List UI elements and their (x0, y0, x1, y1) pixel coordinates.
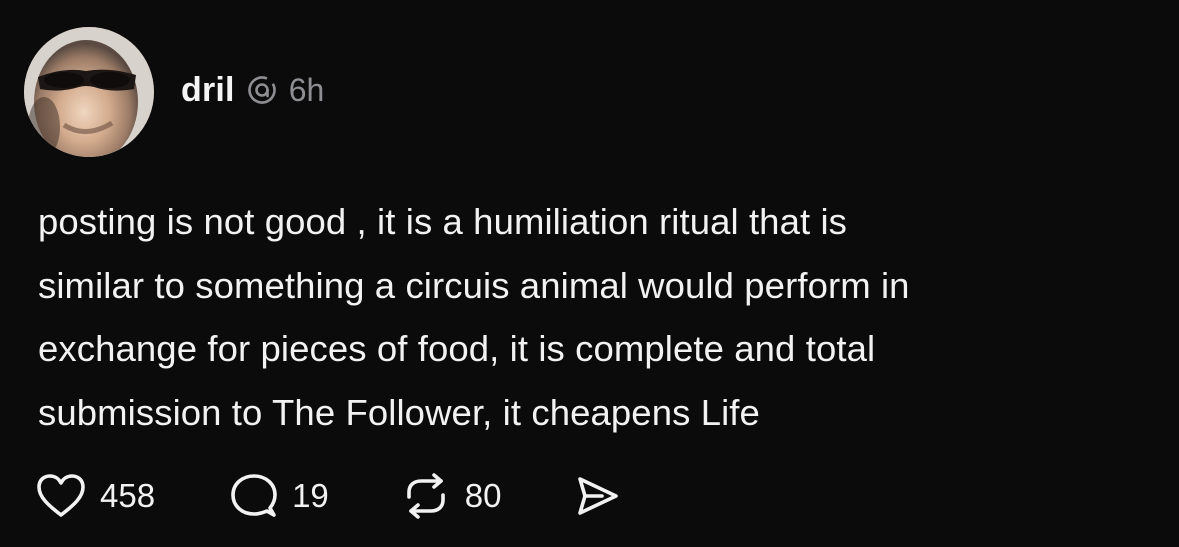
threads-icon (245, 73, 279, 107)
repost-button[interactable]: 80 (401, 473, 502, 519)
action-bar: 458 19 80 (36, 468, 622, 524)
username[interactable]: dril (181, 71, 235, 110)
send-icon (577, 477, 618, 515)
reply-count: 19 (292, 477, 329, 514)
avatar-image (24, 27, 154, 157)
like-count: 458 (100, 477, 156, 514)
post-card: dril 6h posting is not good , it is a hu… (0, 0, 1179, 547)
post-text: posting is not good , it is a humiliatio… (38, 201, 910, 433)
heart-icon (37, 474, 85, 517)
timestamp: 6h (288, 71, 325, 108)
repost-icon (406, 473, 445, 519)
reply-button[interactable]: 19 (230, 472, 329, 520)
avatar[interactable] (24, 27, 154, 157)
comment-icon (231, 474, 277, 517)
post-header: dril 6h (181, 67, 324, 113)
like-button[interactable]: 458 (36, 473, 155, 519)
repost-count: 80 (464, 477, 502, 514)
share-button[interactable] (572, 473, 622, 519)
